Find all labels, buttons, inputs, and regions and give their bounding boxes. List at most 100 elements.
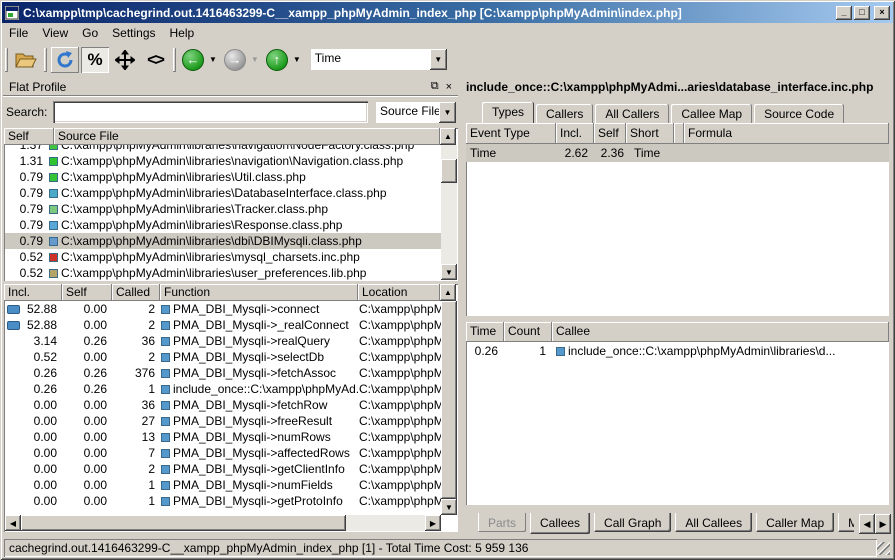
tab-parts[interactable]: Parts (478, 513, 526, 532)
file-scrollbar[interactable] (441, 145, 457, 264)
col-callee-count[interactable]: Count (504, 322, 552, 342)
up-dropdown-caret[interactable]: ▼ (293, 55, 301, 64)
table-row[interactable]: 0.000.001PMA_DBI_Mysqli->numFieldsC:\xam… (5, 477, 441, 493)
detail-bottom-tabs: PartsCalleesCall GraphAll CalleesCaller … (478, 513, 854, 534)
function-icon (161, 465, 170, 474)
tab-source-code[interactable]: Source Code (754, 104, 844, 123)
fn-scroll-up-icon[interactable]: ▲ (440, 284, 456, 301)
tab-call-graph[interactable]: Call Graph (594, 513, 671, 532)
reload-button[interactable] (51, 47, 79, 73)
col-location[interactable]: Location (358, 284, 440, 301)
tab-scroll-right-icon[interactable]: ▶ (875, 514, 891, 534)
group-selector[interactable]: Source File ▼ (376, 102, 456, 123)
event-type-caret-icon[interactable]: ▼ (430, 49, 447, 70)
fn-scroll-down-icon[interactable]: ▼ (441, 499, 457, 515)
tab-callees[interactable]: Callees (530, 513, 590, 534)
table-row[interactable]: 0.000.002PMA_DBI_Mysqli->getClientInfoC:… (5, 461, 441, 477)
col-callee-time[interactable]: Time (466, 322, 504, 342)
close-button[interactable]: × (874, 6, 890, 20)
col-called[interactable]: Called (112, 284, 160, 301)
minimize-button[interactable]: _ (836, 6, 852, 20)
tab-all-callees[interactable]: All Callees (675, 513, 752, 532)
file-scrollbar-thumb[interactable] (441, 159, 457, 183)
table-row[interactable]: 0.79C:\xampp\phpMyAdmin\libraries\dbi\DB… (5, 233, 441, 249)
col-fn-self[interactable]: Self (62, 284, 112, 301)
percent-toggle-button[interactable]: % (81, 47, 109, 73)
menu-file[interactable]: File (2, 24, 35, 42)
location-cell: C:\xampp\phpMy... (359, 398, 441, 412)
menu-settings[interactable]: Settings (105, 24, 162, 42)
col-formula[interactable]: Formula (684, 123, 889, 144)
move-button[interactable] (111, 47, 139, 73)
forward-button[interactable]: → (222, 47, 248, 73)
menu-view[interactable]: View (35, 24, 75, 42)
tab-callee-map[interactable]: Callee Map (671, 104, 752, 123)
location-cell: C:\xampp\phpMy... (359, 302, 441, 316)
tab-caller-map[interactable]: Caller Map (756, 513, 834, 532)
open-file-button[interactable] (12, 47, 40, 73)
flat-profile-title: Flat Profile (9, 80, 424, 94)
col-type-short[interactable]: Short (626, 123, 674, 144)
col-self[interactable]: Self (4, 128, 54, 145)
table-row[interactable]: 0.52C:\xampp\phpMyAdmin\libraries\user_p… (5, 265, 441, 280)
menu-go[interactable]: Go (75, 24, 105, 42)
back-button[interactable]: ← (180, 47, 206, 73)
table-row[interactable]: 0.000.0027PMA_DBI_Mysqli->freeResultC:\x… (5, 413, 441, 429)
table-row[interactable]: 52.880.002PMA_DBI_Mysqli->_realConnectC:… (5, 317, 441, 333)
maximize-button[interactable]: □ (854, 6, 870, 20)
table-row[interactable]: 0.79C:\xampp\phpMyAdmin\libraries\Respon… (5, 217, 441, 233)
fn-scrollbar-thumb[interactable] (441, 301, 457, 499)
tab-all-callers[interactable]: All Callers (595, 104, 669, 123)
table-row[interactable]: 1.37C:\xampp\phpMyAdmin\libraries\naviga… (5, 145, 441, 153)
fn-scrollbar[interactable] (441, 301, 457, 499)
table-row[interactable]: 0.260.26376PMA_DBI_Mysqli->fetchAssocC:\… (5, 365, 441, 381)
col-source-file[interactable]: Source File (54, 128, 440, 145)
expand-collapse-button[interactable]: <> (141, 47, 169, 73)
forward-dropdown-caret[interactable]: ▼ (251, 55, 259, 64)
table-row[interactable]: 0.000.001PMA_DBI_Mysqli->getProtoInfoC:\… (5, 493, 441, 509)
fn-scroll-left-icon[interactable]: ◀ (5, 515, 21, 531)
tab-types[interactable]: Types (482, 102, 534, 123)
float-panel-icon[interactable]: ⧉ (431, 80, 439, 93)
table-row[interactable]: 0.79C:\xampp\phpMyAdmin\libraries\Tracke… (5, 201, 441, 217)
table-row[interactable]: 52.880.002PMA_DBI_Mysqli->connectC:\xamp… (5, 301, 441, 317)
table-row[interactable]: 0.260.261include_once::C:\xampp\phpMyAd.… (5, 381, 441, 397)
search-input[interactable] (53, 101, 368, 123)
tab-scroll-left-icon[interactable]: ◀ (859, 514, 875, 534)
fn-hscrollbar[interactable]: ◀ ▶ (5, 515, 441, 531)
up-button[interactable]: ↑ (264, 47, 290, 73)
event-type-selector[interactable]: Time ▼ (311, 49, 447, 70)
col-type-self[interactable]: Self (594, 123, 626, 144)
col-callee[interactable]: Callee (552, 322, 889, 342)
fn-scroll-right-icon[interactable]: ▶ (425, 515, 441, 531)
col-event-type[interactable]: Event Type (466, 123, 556, 144)
col-type-spacer[interactable] (674, 123, 684, 144)
table-row[interactable]: 0.52C:\xampp\phpMyAdmin\libraries\mysql_… (5, 249, 441, 265)
scroll-down-icon[interactable]: ▼ (441, 264, 457, 280)
fn-hscrollbar-thumb[interactable] (21, 515, 346, 531)
callee-row[interactable]: 0.26 1 include_once::C:\xampp\phpMyAdmin… (466, 342, 889, 360)
table-row[interactable]: 0.79C:\xampp\phpMyAdmin\libraries\Databa… (5, 185, 441, 201)
back-dropdown-caret[interactable]: ▼ (209, 55, 217, 64)
close-panel-icon[interactable]: × (446, 81, 452, 93)
toolbar-grip[interactable] (5, 48, 8, 72)
scroll-up-icon[interactable]: ▲ (440, 128, 456, 145)
table-row[interactable]: 0.000.007PMA_DBI_Mysqli->affectedRowsC:\… (5, 445, 441, 461)
tab-machine[interactable]: Machine (838, 513, 854, 532)
col-type-incl[interactable]: Incl. (556, 123, 594, 144)
table-row[interactable]: 0.520.002PMA_DBI_Mysqli->selectDbC:\xamp… (5, 349, 441, 365)
table-row[interactable]: 0.000.0036PMA_DBI_Mysqli->fetchRowC:\xam… (5, 397, 441, 413)
table-row[interactable]: 0.000.0013PMA_DBI_Mysqli->numRowsC:\xamp… (5, 429, 441, 445)
event-type-row[interactable]: Time 2.62 2.36 Time (466, 144, 889, 162)
table-row[interactable]: 0.79C:\xampp\phpMyAdmin\libraries\Util.c… (5, 169, 441, 185)
col-incl[interactable]: Incl. (4, 284, 62, 301)
col-function[interactable]: Function (160, 284, 358, 301)
table-row[interactable]: 3.140.2636PMA_DBI_Mysqli->realQueryC:\xa… (5, 333, 441, 349)
app-window: C:\xampp\tmp\cachegrind.out.1416463299-C… (0, 0, 895, 560)
group-selector-caret-icon[interactable]: ▼ (439, 102, 456, 123)
menu-help[interactable]: Help (163, 24, 202, 42)
resize-grip[interactable] (877, 542, 890, 555)
title-bar[interactable]: C:\xampp\tmp\cachegrind.out.1416463299-C… (2, 2, 893, 23)
table-row[interactable]: 1.31C:\xampp\phpMyAdmin\libraries\naviga… (5, 153, 441, 169)
tab-callers[interactable]: Callers (536, 104, 593, 123)
